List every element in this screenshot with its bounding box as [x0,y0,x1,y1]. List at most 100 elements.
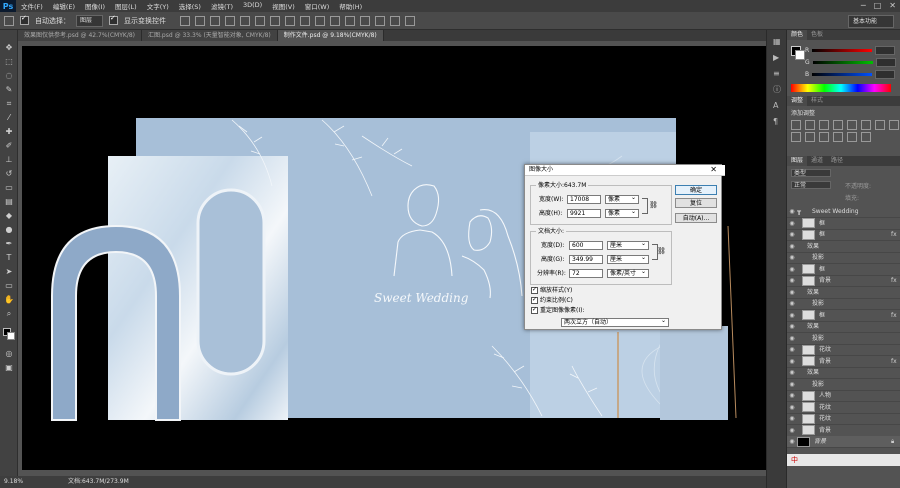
menu-item[interactable]: 窗口(W) [300,1,335,11]
blend-mode-dropdown[interactable]: 正常 [791,181,831,189]
distribute-left-icon[interactable] [315,15,326,26]
gradient-tool-icon[interactable]: ▤ [4,198,14,206]
panel-tab[interactable]: 图层 [787,156,808,166]
layer-row[interactable]: ◉ 花纹 [787,344,900,356]
layer-row[interactable]: ◉ 效果 [787,241,900,253]
blur-tool-icon[interactable]: ◆ [4,212,14,220]
layer-row[interactable]: ◉ T Sweet Wedding [787,206,900,218]
bw-icon[interactable] [889,120,899,130]
eye-icon[interactable]: ◉ [787,252,797,263]
doc-width-input[interactable]: 600 [569,241,603,250]
panel-tab[interactable]: 色板 [807,30,827,40]
3d-pan-icon[interactable] [405,15,416,26]
layer-row[interactable]: ◉ 框 fx [787,310,900,322]
minimize-button[interactable]: ─ [861,0,866,12]
photo-filter-icon[interactable] [791,132,801,142]
menu-item[interactable]: 图像(I) [80,1,110,11]
history-brush-tool-icon[interactable]: ↺ [4,170,14,178]
color-spectrum-bar[interactable] [791,84,891,92]
layer-row[interactable]: ◉ 投影 [787,252,900,264]
auto-select-checkbox[interactable] [20,14,29,25]
fx-icon[interactable]: fx [891,310,900,321]
eraser-tool-icon[interactable]: ▭ [4,184,14,192]
posterize-icon[interactable] [847,132,857,142]
marquee-tool-icon[interactable]: ⬚ [4,58,14,66]
layer-row[interactable]: ◉ 框 [787,264,900,276]
actions-panel-icon[interactable]: ▶ [773,54,781,62]
info-panel-icon[interactable]: ⓘ [773,86,781,94]
eye-icon[interactable]: ◉ [787,264,797,275]
pen-tool-icon[interactable]: ✒ [4,240,14,248]
menu-item[interactable]: 选择(S) [174,1,206,11]
align-middle-icon[interactable] [195,15,206,26]
channel-mixer-icon[interactable] [805,132,815,142]
eye-icon[interactable]: ◉ [787,321,797,332]
layer-row[interactable]: ◉ 投影 [787,298,900,310]
distribute-right-icon[interactable] [345,15,356,26]
eye-icon[interactable]: ◉ [787,379,797,390]
shape-tool-icon[interactable]: ▭ [4,282,14,290]
lasso-tool-icon[interactable]: ◌ [4,72,14,80]
align-bottom-icon[interactable] [210,15,221,26]
red-slider-row[interactable]: R [805,45,897,55]
layer-row[interactable]: ◉ 投影 [787,379,900,391]
layer-row[interactable]: ◉ 背景 🔒︎ [787,436,900,448]
zoom-tool-icon[interactable]: ⌕ [4,310,14,318]
eye-icon[interactable]: ◉ [787,402,797,413]
layer-row[interactable]: ◉ 背景 [787,425,900,437]
eye-icon[interactable]: ◉ [787,298,797,309]
screen-mode-icon[interactable]: ▣ [4,364,14,372]
doc-width-unit[interactable]: 厘米 [607,240,649,250]
menu-item[interactable]: 图层(L) [110,1,142,11]
eye-icon[interactable]: ◉ [787,218,797,229]
curves-icon[interactable] [819,120,829,130]
doc-height-unit[interactable]: 厘米 [607,254,649,264]
layer-kind-filter[interactable]: 类型 [791,169,831,177]
menu-item[interactable]: 文件(F) [16,1,48,11]
3d-rotate-icon[interactable] [390,15,401,26]
blue-slider-row[interactable]: B [805,69,897,79]
eye-icon[interactable]: ◉ [787,356,797,367]
reset-button[interactable]: 复位 [675,198,717,208]
vibrance-icon[interactable] [847,120,857,130]
properties-panel-icon[interactable]: ≡ [773,70,781,78]
red-value-field[interactable] [875,45,896,55]
menu-item[interactable]: 滤镜(T) [206,1,238,11]
distribute-bottom-icon[interactable] [300,15,311,26]
layer-row[interactable]: ◉ 框 fx [787,229,900,241]
dialog-close-button[interactable]: ✕ [710,165,717,175]
layer-row[interactable]: ◉ 投影 [787,333,900,345]
eye-icon[interactable]: ◉ [787,413,797,424]
blue-slider[interactable] [812,72,873,76]
show-transform-checkbox[interactable] [109,14,119,25]
quick-mask-icon[interactable]: ◎ [4,350,14,358]
dodge-tool-icon[interactable]: ● [4,226,14,234]
red-slider[interactable] [812,48,873,52]
ok-button[interactable]: 确定 [675,185,717,195]
levels-icon[interactable] [805,120,815,130]
maximize-button[interactable]: □ [874,0,882,12]
3d-mode-icon[interactable] [375,15,386,26]
history-panel-icon[interactable]: ▦ [773,38,781,46]
eye-icon[interactable]: ◉ [787,425,797,436]
character-panel-icon[interactable]: A [773,102,781,110]
document-tab[interactable]: 制作文件.psd @ 9.18%(CMYK/8) [277,30,384,41]
layer-row[interactable]: ◉ 背景 fx [787,275,900,287]
panel-tab[interactable]: 通道 [807,156,827,166]
doc-height-input[interactable]: 349.99 [569,255,603,264]
green-slider-row[interactable]: G [805,57,897,67]
layer-row[interactable]: ◉ 效果 [787,287,900,299]
crop-tool-icon[interactable]: ⌗ [4,100,14,108]
brush-tool-icon[interactable]: ✐ [4,142,14,150]
color-background-swatch[interactable] [795,50,805,60]
pixel-width-unit[interactable]: 像素 [605,194,639,204]
panel-tab[interactable]: 调整 [787,96,808,106]
color-balance-icon[interactable] [875,120,885,130]
color-lookup-icon[interactable] [819,132,829,142]
eye-icon[interactable]: ◉ [787,436,797,447]
eye-icon[interactable]: ◉ [787,287,797,298]
align-center-icon[interactable] [240,15,251,26]
eye-icon[interactable]: ◉ [787,241,797,252]
menu-item[interactable]: 编辑(E) [48,1,80,11]
clone-stamp-tool-icon[interactable]: ⊥ [4,156,14,164]
